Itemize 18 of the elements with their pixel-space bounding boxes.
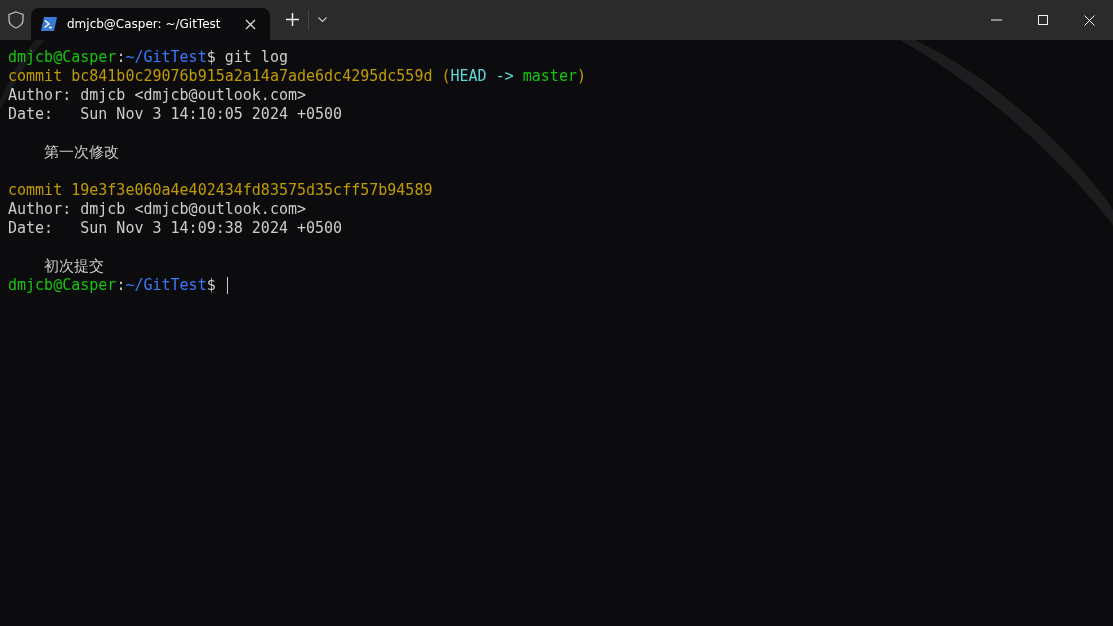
terminal-line: commit bc841b0c29076b915a2a14a7ade6dc4295dc559d (HEAD -> master) <box>8 67 586 86</box>
terminal-tab[interactable]: dmjcb@Casper: ~/GitTest <box>31 8 270 40</box>
powershell-icon <box>41 17 57 31</box>
close-icon[interactable] <box>245 18 256 30</box>
shield-icon <box>8 11 24 29</box>
terminal-line: dmjcb@Casper:~/GitTest$ <box>8 276 217 295</box>
maximize-icon[interactable] <box>1038 15 1048 25</box>
terminal-line: Date: Sun Nov 3 14:09:38 2024 +0500 <box>8 219 343 238</box>
new-tab-icon[interactable] <box>286 13 299 26</box>
terminal-line: dmjcb@Casper:~/GitTest$ git log <box>8 48 288 67</box>
terminal-line: Author: dmjcb <dmjcb@outlook.com> <box>8 200 306 219</box>
terminal-line: Author: dmjcb <dmjcb@outlook.com> <box>8 86 306 105</box>
close-icon[interactable] <box>1084 14 1095 26</box>
terminal-line: 初次提交 <box>43 257 105 276</box>
terminal-line: commit 19e3f3e060a4e402434fd83575d35cff57b94589 <box>8 181 433 200</box>
chevron-down-icon[interactable] <box>318 17 327 22</box>
terminal-line: 第一次修改 <box>43 143 120 162</box>
terminal-line: Date: Sun Nov 3 14:10:05 2024 +0500 <box>8 105 343 124</box>
